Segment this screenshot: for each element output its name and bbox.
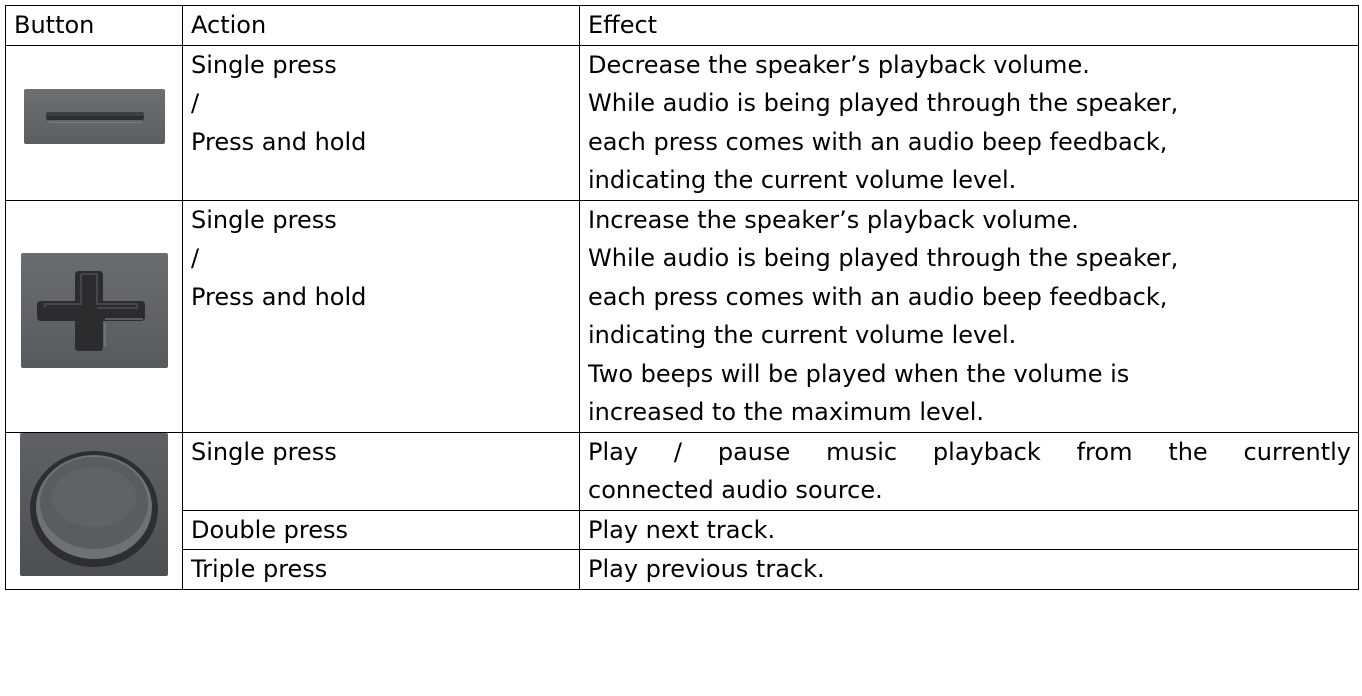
effect-text: While audio is being played through the …	[588, 89, 1179, 117]
effect-cell: Play next track.	[579, 509, 1359, 550]
action-cell: Single press	[182, 431, 580, 511]
effect-text: connected audio source.	[588, 476, 883, 504]
effect-cell: Play previous track.	[579, 549, 1359, 590]
effect-text: Play previous track.	[588, 555, 825, 583]
effect-cell: Decrease the speaker’s playback volume. …	[579, 44, 1359, 201]
effect-text: Play next track.	[588, 515, 776, 544]
action-text: Single press	[191, 50, 337, 79]
action-text: /	[191, 89, 200, 117]
effect-text: each press comes with an audio beep feed…	[588, 127, 1168, 156]
header-button: Button	[5, 5, 183, 46]
effect-text: Decrease the speaker’s playback volume.	[588, 50, 1090, 79]
effect-text: Two beeps will be played when the volume…	[588, 359, 1130, 388]
table-row-play-double: Double press Play next track.	[6, 509, 1359, 550]
effect-cell: Play / pause music playback from the cur…	[579, 431, 1359, 511]
button-function-table: Button Action Effect Single press / Pres…	[5, 5, 1359, 590]
action-text: Press and hold	[191, 282, 367, 311]
effect-text: indicating the current volume level.	[588, 166, 1017, 194]
table-row-play-single: Single press Play / pause music playback…	[5, 431, 1359, 590]
table-row-play-triple: Triple press Play previous track.	[6, 549, 1359, 590]
button-cell-plus	[5, 199, 183, 433]
effect-text: Increase the speaker’s playback volume.	[588, 205, 1079, 234]
action-cell: Single press / Press and hold	[182, 199, 580, 433]
header-action: Action	[182, 5, 580, 46]
action-text: /	[191, 244, 200, 272]
button-cell-circle	[5, 431, 183, 590]
effect-text: indicating the current volume level.	[588, 321, 1017, 349]
effect-text: While audio is being played through the …	[588, 244, 1179, 272]
minus-button-icon	[23, 89, 165, 145]
action-cell: Triple press	[182, 549, 580, 590]
effect-cell: Increase the speaker’s playback volume. …	[579, 199, 1359, 433]
header-row: Button Action Effect	[5, 5, 1359, 46]
table-row-volume-down: Single press / Press and hold Decrease t…	[5, 44, 1359, 201]
effect-text: Play / pause music playback from the cur…	[588, 437, 1351, 466]
action-cell: Single press / Press and hold	[182, 44, 580, 201]
table-row-volume-up: Single press / Press and hold Increase t…	[5, 199, 1359, 433]
effect-text: each press comes with an audio beep feed…	[588, 282, 1168, 311]
header-effect: Effect	[579, 5, 1359, 46]
action-text: Single press	[191, 205, 337, 234]
effect-text: increased to the maximum level.	[588, 398, 985, 426]
action-text: Press and hold	[191, 127, 367, 156]
play-pause-button-icon	[20, 433, 168, 577]
action-cell: Double press	[182, 509, 580, 550]
button-cell-minus	[5, 44, 183, 201]
plus-button-icon	[20, 252, 168, 368]
